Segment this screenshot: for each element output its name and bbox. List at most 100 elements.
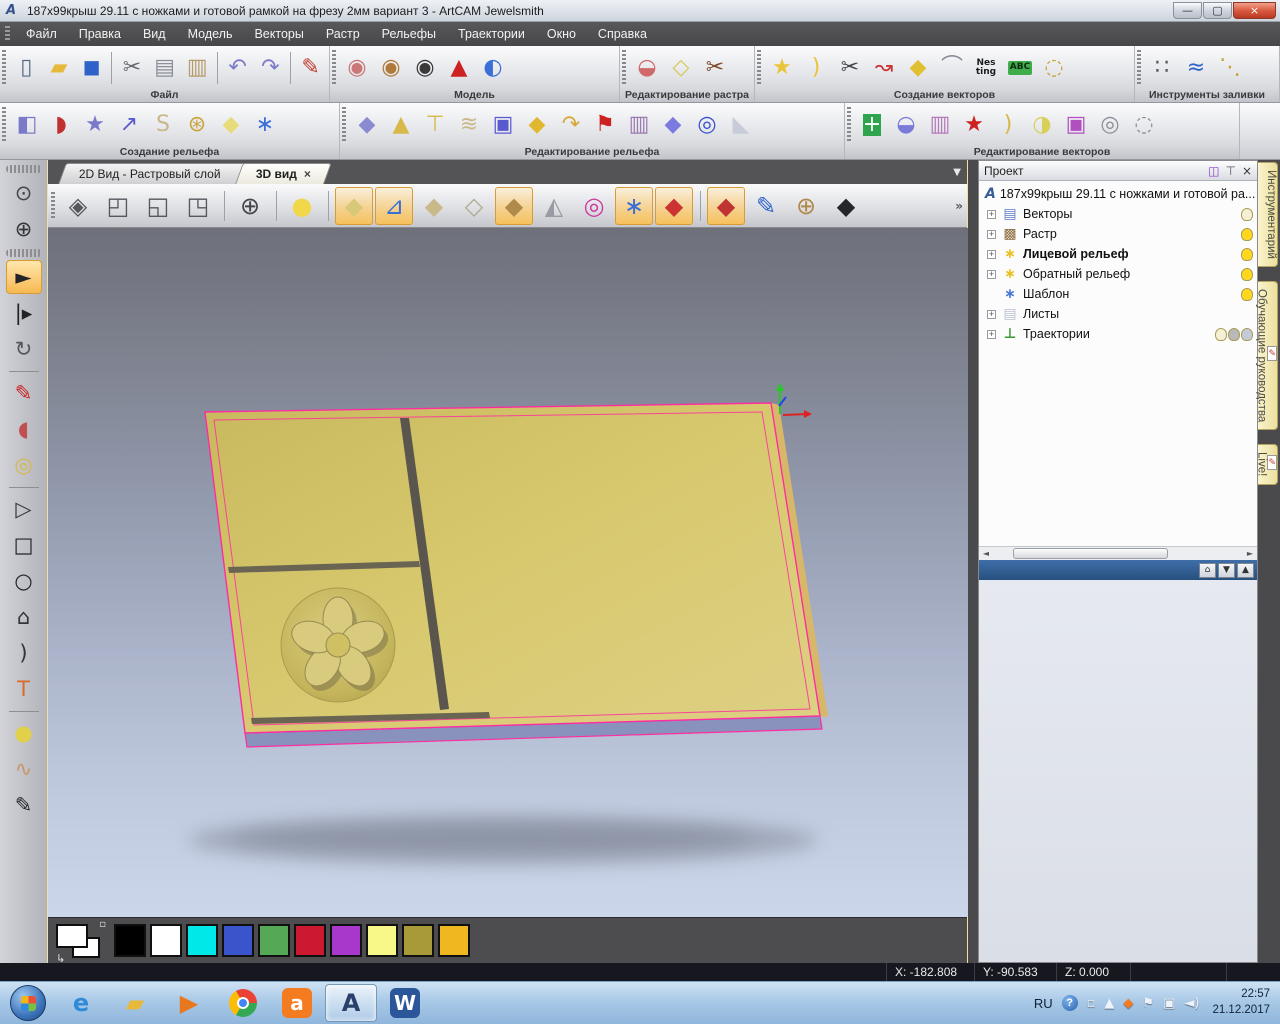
toggle-composite-relief-icon[interactable]: ◆ [495, 186, 533, 225]
tree-item-sheets[interactable]: + ▤ Листы [979, 304, 1257, 324]
restore-button[interactable]: ▢ [1203, 2, 1232, 19]
palette-edit-icon[interactable]: ✂ [698, 49, 732, 87]
menu-item[interactable]: Файл [15, 23, 68, 45]
swatch-gold[interactable] [438, 924, 470, 957]
visibility-lamps[interactable] [1241, 227, 1253, 241]
save-model-icon[interactable]: ◼ [75, 49, 108, 87]
tree-item-toolpaths[interactable]: + ⊥ Траектории [979, 324, 1257, 344]
visibility-lamps[interactable] [1241, 287, 1253, 301]
relief-wedge-icon[interactable]: ◣ [724, 106, 758, 144]
lasso-vectors-icon[interactable]: ◌ [1037, 49, 1071, 87]
toggle-front-relief-icon[interactable]: ◆ [415, 187, 453, 225]
transform-icon[interactable]: ↻ [6, 332, 42, 366]
side-tab-toolbox[interactable]: Инструментарий [1258, 162, 1278, 267]
swatch-cyan[interactable] [186, 924, 218, 957]
vector-text-icon[interactable]: ABC [1003, 49, 1037, 87]
view-along-z-icon[interactable]: ◳ [179, 187, 217, 225]
text-tool-icon[interactable]: T [6, 672, 42, 706]
expander-icon[interactable]: + [987, 249, 996, 259]
create-arc-icon[interactable]: ) [799, 49, 833, 87]
group-grip[interactable] [847, 107, 851, 143]
visibility-lamps[interactable] [1215, 327, 1253, 341]
expander-icon[interactable]: + [987, 329, 996, 339]
view-along-x-icon[interactable]: ◰ [99, 187, 137, 225]
tab-list-icon[interactable]: ▼ [953, 167, 961, 178]
tray-network-icon[interactable]: ▣ [1163, 996, 1175, 1011]
start-button[interactable] [8, 984, 48, 1022]
tree-item-back-relief[interactable]: + ∗ Обратный рельеф [979, 264, 1257, 284]
taskbar-artcam-icon[interactable]: A [325, 984, 377, 1022]
swatch-white[interactable] [150, 924, 182, 957]
toggle-light-icon[interactable]: ◆ [707, 186, 745, 225]
node-edit-icon[interactable]: |▸ [6, 296, 42, 330]
toolbar-grip[interactable] [51, 192, 55, 220]
primary-secondary-colors[interactable]: ▫ ↳ [56, 919, 108, 965]
close-panel-icon[interactable]: × [1242, 164, 1252, 178]
tray-volume-icon[interactable]: ◄) [1184, 996, 1199, 1011]
collapse-down-icon[interactable]: ▼ [1218, 562, 1235, 578]
set-model-size-icon[interactable]: ◉ [340, 49, 374, 87]
new-model-size-icon[interactable]: ◉ [374, 49, 408, 87]
expander-icon[interactable]: + [987, 269, 996, 279]
close-button[interactable]: × [1233, 2, 1276, 19]
tray-window-icon[interactable]: ▫ [1087, 996, 1096, 1011]
taskbar-ie-icon[interactable]: e [55, 984, 107, 1022]
toggle-color-layers-icon[interactable]: ◆ [655, 186, 693, 225]
pin-point-icon[interactable]: ◆ [520, 106, 554, 144]
reduce-colors-icon[interactable]: ◒ [630, 49, 664, 87]
swatch-green[interactable] [258, 924, 290, 957]
light-bulb-icon[interactable]: ● [283, 187, 321, 225]
3d-viewport[interactable] [48, 228, 968, 917]
paint-relief-icon[interactable]: ✎ [747, 187, 785, 225]
group-grip[interactable] [622, 50, 626, 86]
menu-item[interactable]: Векторы [243, 23, 314, 45]
menu-item[interactable]: Растр [315, 23, 371, 45]
tree-item-template[interactable]: ∗ Шаблон [979, 284, 1257, 304]
swatch-red[interactable] [294, 924, 326, 957]
swirl-icon[interactable]: S [146, 106, 180, 144]
freehand-tool-icon[interactable]: ✎ [6, 788, 42, 822]
flat-plane-icon[interactable]: ◆ [214, 106, 248, 144]
menu-item[interactable]: Траектории [447, 23, 536, 45]
side-tab-live[interactable]: Live! [1255, 444, 1278, 485]
turn-star-icon[interactable]: ★ [78, 106, 112, 144]
copy-icon[interactable]: ▤ [148, 49, 181, 87]
toggle-back-relief-icon[interactable]: ◇ [455, 187, 493, 225]
cut-icon[interactable]: ✂ [116, 49, 149, 87]
scroll-left-icon[interactable]: ◄ [979, 549, 993, 558]
undo-icon[interactable]: ↶ [221, 49, 254, 87]
expander-icon[interactable]: + [987, 309, 996, 319]
group-grip[interactable] [332, 50, 336, 86]
view-along-y-icon[interactable]: ◱ [139, 187, 177, 225]
visibility-lamps[interactable] [1241, 247, 1253, 261]
menu-item[interactable]: Вид [132, 23, 177, 45]
minimize-button[interactable]: — [1173, 2, 1202, 19]
smooth-vase-icon[interactable]: ◒ [889, 106, 923, 144]
tree-horizontal-scrollbar[interactable]: ◄ ► [979, 546, 1257, 560]
smudge-tool-icon[interactable]: ∿ [6, 752, 42, 786]
scroll-right-icon[interactable]: ► [1243, 549, 1257, 558]
language-indicator[interactable]: RU [1034, 996, 1053, 1011]
fill-pattern-icon[interactable]: ∷ [1145, 49, 1179, 87]
view-tab[interactable]: 3D вид × [234, 163, 332, 184]
zoom-select-icon[interactable]: ⊙ [6, 176, 42, 210]
shape-editor-icon[interactable]: ◧ [10, 106, 44, 144]
sphere-preview-icon[interactable]: ◐ [476, 49, 510, 87]
scrollbar-thumb[interactable] [1013, 548, 1168, 559]
smooth-relief-icon[interactable]: ◆ [350, 106, 384, 144]
collapse-up-icon[interactable]: ▲ [1237, 562, 1254, 578]
menu-item[interactable]: Рельефы [371, 23, 447, 45]
paste-icon[interactable]: ▥ [181, 49, 214, 87]
swatch-purple[interactable] [330, 924, 362, 957]
fill-wave-icon[interactable]: ≈ [1179, 49, 1213, 87]
group-grip[interactable] [2, 50, 6, 86]
texture-relief-icon[interactable]: ∗ [248, 106, 282, 144]
select-cursor-icon[interactable]: ► [5, 260, 42, 294]
offset-relief-icon[interactable]: ◆ [656, 106, 690, 144]
vector-doctor-icon[interactable]: ▷ [6, 492, 42, 526]
fill-nodes-icon[interactable]: ⋱ [1213, 49, 1247, 87]
fit-ellipse-icon[interactable]: ◌ [1127, 106, 1161, 144]
group-grip[interactable] [2, 107, 6, 143]
reset-colors-icon[interactable]: ↳ [56, 952, 65, 965]
primary-color-swatch[interactable] [56, 923, 88, 948]
